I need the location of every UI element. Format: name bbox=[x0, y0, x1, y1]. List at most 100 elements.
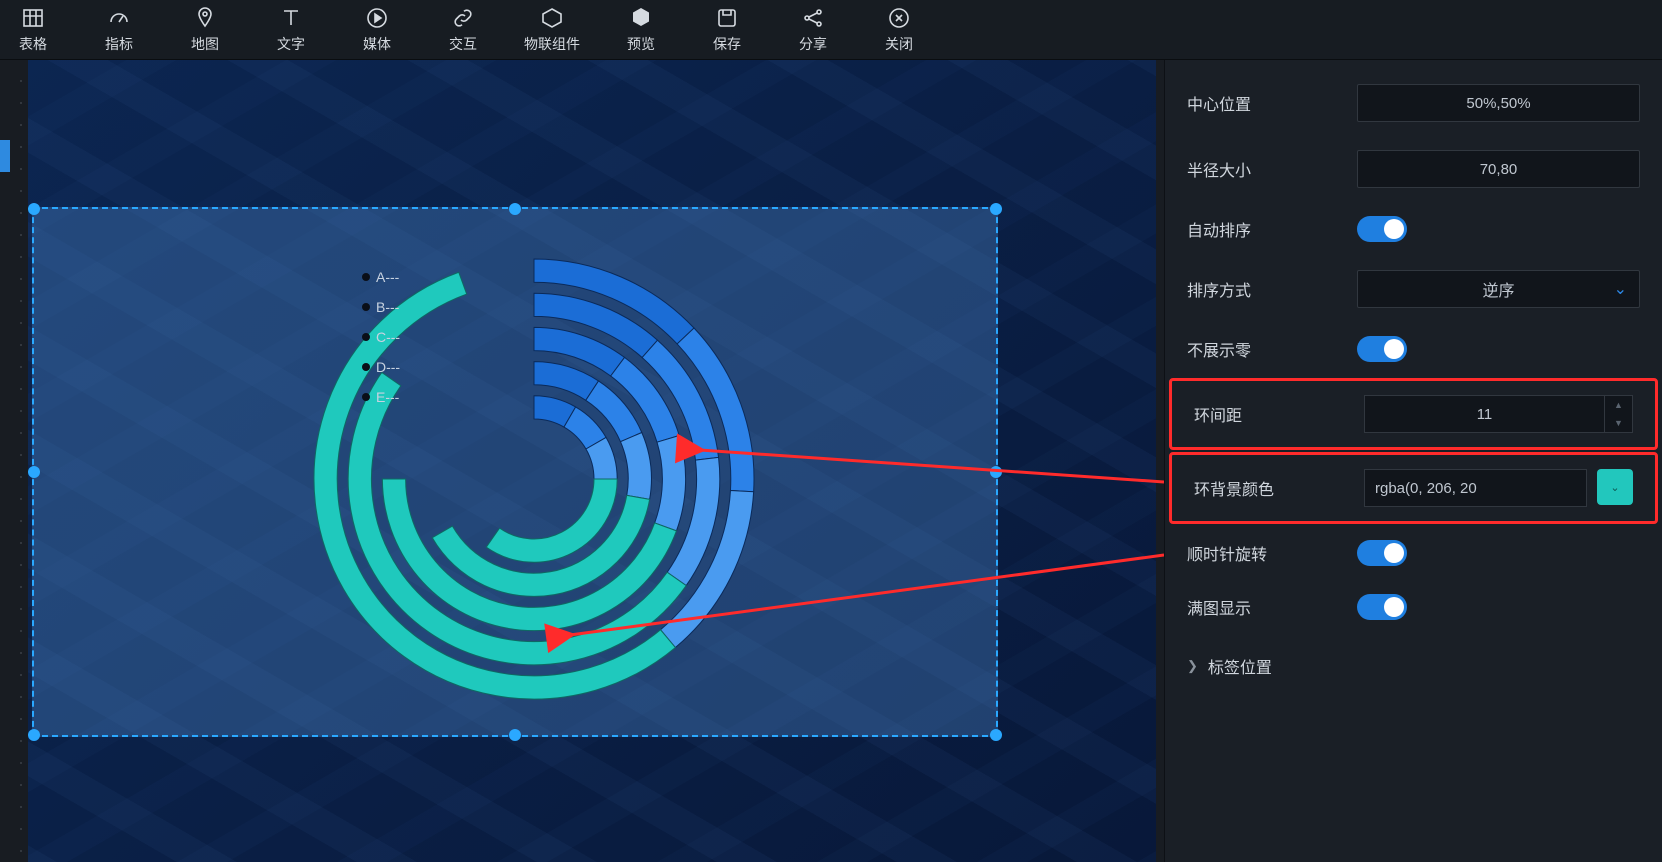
tool-label: 表格 bbox=[19, 34, 47, 54]
prop-label: 环间距 bbox=[1194, 402, 1344, 426]
table-icon bbox=[21, 6, 45, 30]
tool-label: 物联组件 bbox=[524, 34, 580, 54]
hidezero-toggle[interactable] bbox=[1357, 336, 1407, 362]
properties-panel: 中心位置 半径大小 自动排序 排序方式 逆序 ⌄ 不展示零 环间距 bbox=[1164, 60, 1662, 862]
tool-label: 预览 bbox=[627, 34, 655, 54]
prop-fullchart: 满图显示 bbox=[1165, 580, 1662, 634]
legend-dot-icon bbox=[362, 393, 370, 401]
ringgap-input[interactable] bbox=[1364, 395, 1605, 433]
legend-dot-icon bbox=[362, 303, 370, 311]
tool-label: 交互 bbox=[449, 34, 477, 54]
legend-item: B--- bbox=[362, 299, 400, 315]
tool-label: 文字 bbox=[277, 34, 305, 54]
resize-handle-ne[interactable] bbox=[990, 203, 1002, 215]
ringbg-input[interactable] bbox=[1364, 469, 1587, 507]
ringgap-stepper[interactable]: ▲ ▼ bbox=[1364, 395, 1633, 433]
cube-icon bbox=[629, 6, 653, 30]
tool-indicator[interactable]: 指标 bbox=[94, 6, 144, 54]
close-circle-icon bbox=[887, 6, 911, 30]
resize-handle-nw[interactable] bbox=[28, 203, 40, 215]
chart-legend: A--- B--- C--- D--- E--- bbox=[362, 269, 400, 405]
prop-label: 满图显示 bbox=[1187, 595, 1337, 619]
tool-text[interactable]: 文字 bbox=[266, 6, 316, 54]
radius-input[interactable] bbox=[1357, 150, 1640, 188]
legend-label: D--- bbox=[376, 359, 400, 375]
tool-label: 关闭 bbox=[885, 34, 913, 54]
prop-label: 顺时针旋转 bbox=[1187, 541, 1337, 565]
prop-label: 半径大小 bbox=[1187, 157, 1337, 181]
prop-ringgap: 环间距 ▲ ▼ bbox=[1172, 381, 1655, 447]
legend-item: D--- bbox=[362, 359, 400, 375]
chevron-down-icon: ⌄ bbox=[1610, 481, 1619, 494]
step-up-icon[interactable]: ▲ bbox=[1605, 396, 1632, 414]
canvas-area[interactable]: A--- B--- C--- D--- E--- bbox=[0, 60, 1164, 862]
highlight-ringbg: 环背景颜色 ⌄ bbox=[1169, 452, 1658, 524]
radial-chart: A--- B--- C--- D--- E--- bbox=[294, 249, 774, 729]
legend-dot-icon bbox=[362, 333, 370, 341]
prop-label: 自动排序 bbox=[1187, 217, 1337, 241]
tool-label: 保存 bbox=[713, 34, 741, 54]
resize-handle-s[interactable] bbox=[509, 729, 521, 741]
tool-label: 媒体 bbox=[363, 34, 391, 54]
tool-media[interactable]: 媒体 bbox=[352, 6, 402, 54]
step-down-icon[interactable]: ▼ bbox=[1605, 414, 1632, 432]
legend-label: A--- bbox=[376, 269, 399, 285]
share-icon bbox=[801, 6, 825, 30]
prop-radius: 半径大小 bbox=[1165, 136, 1662, 202]
prop-clockwise: 顺时针旋转 bbox=[1165, 526, 1662, 580]
clockwise-toggle[interactable] bbox=[1357, 540, 1407, 566]
tool-label: 分享 bbox=[799, 34, 827, 54]
tool-save[interactable]: 保存 bbox=[702, 6, 752, 54]
resize-handle-se[interactable] bbox=[990, 729, 1002, 741]
resize-handle-sw[interactable] bbox=[28, 729, 40, 741]
color-swatch[interactable]: ⌄ bbox=[1597, 469, 1633, 505]
gauge-icon bbox=[107, 6, 131, 30]
save-icon bbox=[715, 6, 739, 30]
prop-sortby: 排序方式 逆序 ⌄ bbox=[1165, 256, 1662, 322]
highlight-ringgap: 环间距 ▲ ▼ bbox=[1169, 378, 1658, 450]
legend-label: C--- bbox=[376, 329, 400, 345]
tool-close[interactable]: 关闭 bbox=[874, 6, 924, 54]
tool-iot[interactable]: 物联组件 bbox=[524, 6, 580, 54]
prop-label: 不展示零 bbox=[1187, 337, 1337, 361]
legend-item: C--- bbox=[362, 329, 400, 345]
prop-hidezero: 不展示零 bbox=[1165, 322, 1662, 376]
chip-icon bbox=[540, 6, 564, 30]
chevron-right-icon: ❯ bbox=[1187, 658, 1198, 674]
legend-dot-icon bbox=[362, 273, 370, 281]
tool-interact[interactable]: 交互 bbox=[438, 6, 488, 54]
autosort-toggle[interactable] bbox=[1357, 216, 1407, 242]
tool-label: 指标 bbox=[105, 34, 133, 54]
collapsed-left-panel[interactable] bbox=[0, 140, 10, 172]
legend-item: E--- bbox=[362, 389, 400, 405]
prop-ringbg: 环背景颜色 ⌄ bbox=[1172, 455, 1655, 521]
prop-label: 环背景颜色 bbox=[1194, 476, 1344, 500]
resize-handle-w[interactable] bbox=[28, 466, 40, 478]
legend-label: E--- bbox=[376, 389, 399, 405]
play-circle-icon bbox=[365, 6, 389, 30]
section-labelpos[interactable]: ❯ 标签位置 bbox=[1165, 634, 1662, 688]
prop-autosort: 自动排序 bbox=[1165, 202, 1662, 256]
main-area: A--- B--- C--- D--- E--- 中心位置 bbox=[0, 60, 1662, 862]
select-value: 逆序 bbox=[1482, 277, 1514, 301]
chevron-down-icon: ⌄ bbox=[1614, 279, 1627, 299]
legend-dot-icon bbox=[362, 363, 370, 371]
tool-table[interactable]: 表格 bbox=[8, 6, 58, 54]
section-title: 标签位置 bbox=[1208, 654, 1272, 678]
selected-component[interactable]: A--- B--- C--- D--- E--- bbox=[32, 207, 998, 737]
fullchart-toggle[interactable] bbox=[1357, 594, 1407, 620]
map-pin-icon bbox=[193, 6, 217, 30]
prop-label: 排序方式 bbox=[1187, 277, 1337, 301]
tool-share[interactable]: 分享 bbox=[788, 6, 838, 54]
center-input[interactable] bbox=[1357, 84, 1640, 122]
link-icon bbox=[451, 6, 475, 30]
text-icon bbox=[279, 6, 303, 30]
resize-handle-n[interactable] bbox=[509, 203, 521, 215]
tool-preview[interactable]: 预览 bbox=[616, 6, 666, 54]
prop-center: 中心位置 bbox=[1165, 70, 1662, 136]
legend-item: A--- bbox=[362, 269, 400, 285]
sortby-select[interactable]: 逆序 ⌄ bbox=[1357, 270, 1640, 308]
tool-map[interactable]: 地图 bbox=[180, 6, 230, 54]
tool-label: 地图 bbox=[191, 34, 219, 54]
resize-handle-e[interactable] bbox=[990, 466, 1002, 478]
